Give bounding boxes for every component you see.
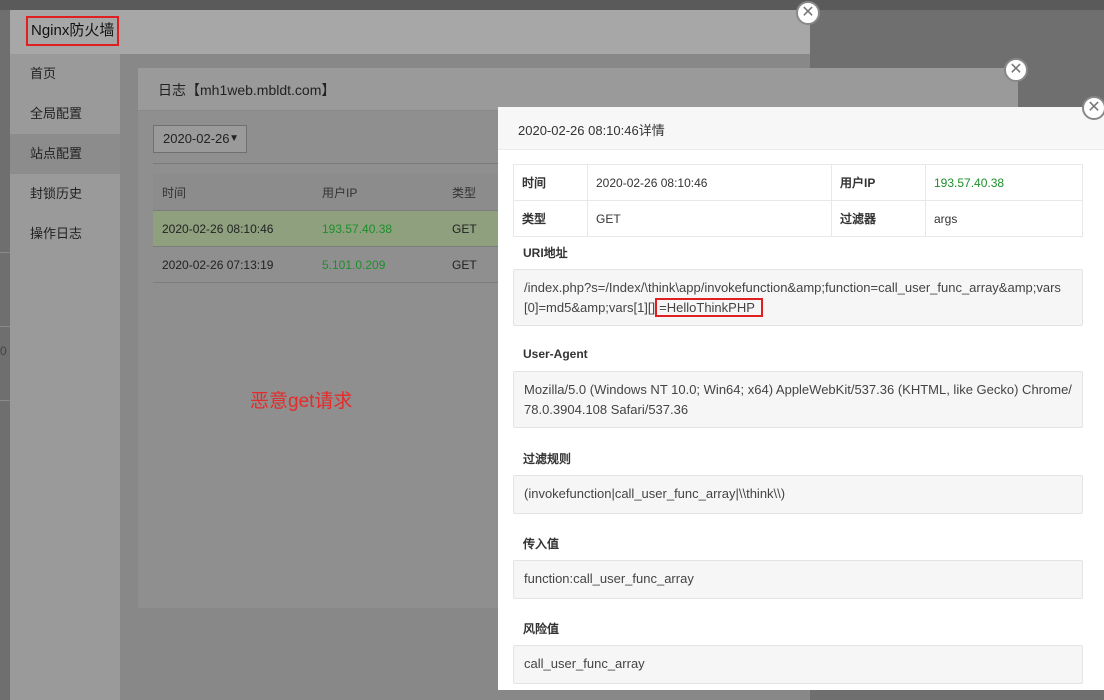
firewall-title: Nginx防火墙 [26,16,120,46]
ip-label: 用户IP [831,164,926,201]
user-agent-box: Mozilla/5.0 (Windows NT 10.0; Win64; x64… [513,371,1083,428]
backdrop [0,0,1104,10]
date-select-value: 2020-02-26 [163,131,230,146]
log-close-icon[interactable]: ✕ [1004,58,1028,82]
column-header-ip: 用户IP [313,174,443,211]
cell-ip: 5.101.0.209 [313,246,443,283]
detail-modal: 2020-02-26 08:10:46详情 时间 2020-02-26 08:1… [498,107,1104,690]
nav-item-operation-log[interactable]: 操作日志 [10,214,120,254]
filter-label: 过滤器 [831,200,926,237]
uri-value-box: /index.php?s=/Index/\think\app/invokefun… [513,269,1083,326]
risk-value-box: call_user_func_array [513,645,1083,684]
detail-title: 2020-02-26 08:10:46详情 [518,123,665,138]
input-value: function:call_user_func_array [524,571,694,586]
log-modal-header: 日志【mh1web.mbldt.com】 [138,68,1018,111]
log-modal-title: 日志【mh1web.mbldt.com】 [158,82,336,98]
input-value-box: function:call_user_func_array [513,560,1083,599]
time-value: 2020-02-26 08:10:46 [587,164,832,201]
table-row: 类型 GET 过滤器 args [513,200,1083,237]
user-agent-label: User-Agent [523,347,588,361]
cell-time: 2020-02-26 08:10:46 [153,210,313,247]
column-header-time: 时间 [153,174,313,211]
firewall-header: Nginx防火墙 [10,10,810,55]
log-table: 时间 用户IP 类型 2020-02-26 08:10:46 193.57.40… [153,174,498,283]
cell-ip: 193.57.40.38 [313,210,443,247]
nav-item-global-config[interactable]: 全局配置 [10,94,120,134]
type-label: 类型 [513,200,588,237]
uri-label: URI地址 [523,246,568,260]
uri-value: /index.php?s=/Index/\think\app/invokefun… [524,280,1061,315]
column-header-type: 类型 [443,174,498,211]
nav-item-site-config[interactable]: 站点配置 [10,134,120,174]
uri-highlight: =HelloThinkPHP [655,298,763,317]
filter-rule-value: (invokefunction|call_user_func_array|\\t… [524,486,786,501]
firewall-sidebar: 首页 全局配置 站点配置 封锁历史 操作日志 [10,54,120,700]
ip-value: 193.57.40.38 [925,164,1083,201]
input-value-label: 传入值 [523,537,560,551]
table-row[interactable]: 2020-02-26 07:13:19 5.101.0.209 GET [153,246,498,283]
firewall-close-icon[interactable]: ✕ [796,1,820,25]
risk-value: call_user_func_array [524,656,645,671]
cell-type: GET [443,210,498,247]
user-agent-value: Mozilla/5.0 (Windows NT 10.0; Win64; x64… [524,382,1072,417]
cell-type: GET [443,246,498,283]
detail-header: 2020-02-26 08:10:46详情 [498,107,1104,150]
table-header-row: 时间 用户IP 类型 [153,174,498,211]
filter-rule-box: (invokefunction|call_user_func_array|\\t… [513,475,1083,514]
risk-value-label: 风险值 [523,622,560,636]
nav-item-block-history[interactable]: 封锁历史 [10,174,120,214]
background-text: 0 [0,344,7,358]
divider [153,163,498,164]
annotation-text: 恶意get请求 [250,391,353,412]
chevron-down-icon: ▼ [229,133,239,144]
detail-close-icon[interactable]: ✕ [1082,96,1104,120]
time-label: 时间 [513,164,588,201]
cell-time: 2020-02-26 07:13:19 [153,246,313,283]
detail-info-table: 时间 2020-02-26 08:10:46 用户IP 193.57.40.38… [513,164,1083,237]
filter-value: args [925,200,1083,237]
filter-rule-label: 过滤规则 [523,452,572,466]
date-select[interactable]: 2020-02-26 ▼ [153,125,247,153]
table-row[interactable]: 2020-02-26 08:10:46 193.57.40.38 GET [153,210,498,247]
nav-item-home[interactable]: 首页 [10,54,120,94]
table-row: 时间 2020-02-26 08:10:46 用户IP 193.57.40.38 [513,164,1083,201]
type-value: GET [587,200,832,237]
